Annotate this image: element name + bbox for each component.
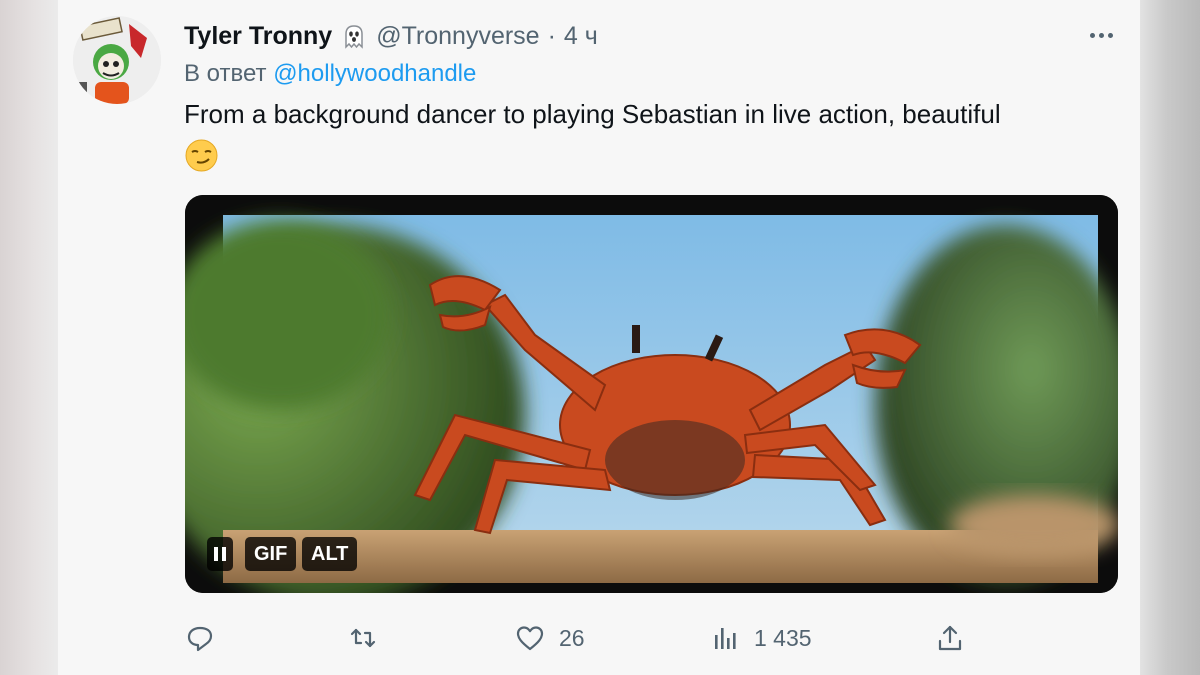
views-button[interactable]: 1 435 — [710, 620, 812, 656]
heart-icon — [516, 626, 544, 651]
pause-icon — [214, 547, 218, 561]
crab-gif-frame — [185, 195, 1118, 593]
pause-button[interactable] — [207, 537, 233, 571]
smirk-emoji-icon — [185, 139, 218, 172]
avatar[interactable] — [73, 16, 161, 104]
reply-context: В ответ @hollywoodhandle — [184, 60, 476, 88]
like-button[interactable]: 26 — [515, 620, 585, 656]
background-right — [1140, 0, 1200, 675]
reply-button[interactable] — [185, 620, 215, 656]
reply-mention-link[interactable]: @hollywoodhandle — [273, 60, 476, 87]
more-dot-icon — [1089, 32, 1095, 38]
pause-icon — [222, 547, 226, 561]
reply-prefix: В ответ — [184, 60, 267, 87]
ghost-icon — [345, 25, 363, 49]
gif-media[interactable]: GIF ALT — [185, 195, 1118, 593]
more-dot-icon — [1098, 32, 1104, 38]
reply-icon — [187, 626, 213, 652]
display-name[interactable]: Tyler Tronny — [184, 22, 332, 51]
share-icon — [938, 625, 962, 651]
separator-dot: · — [547, 21, 556, 50]
retweet-icon — [350, 628, 376, 648]
gif-badge: GIF — [245, 537, 297, 571]
tweet-text: From a background dancer to playing Seba… — [184, 99, 1001, 129]
handle[interactable]: @Tronnyverse — [376, 22, 539, 51]
tweet-card: Tyler Tronny @Tronnyverse · 4 ч В ответ … — [58, 0, 1140, 675]
share-button[interactable] — [935, 620, 965, 656]
alt-text-button[interactable]: ALT — [302, 537, 358, 571]
views-icon — [715, 628, 736, 649]
more-dot-icon — [1107, 32, 1113, 38]
timestamp[interactable]: 4 ч — [564, 22, 598, 51]
more-options-button[interactable] — [1080, 18, 1122, 52]
tweet-header: Tyler Tronny @Tronnyverse · 4 ч — [184, 18, 598, 54]
background-left — [0, 0, 58, 675]
like-count: 26 — [559, 624, 585, 651]
retweet-button[interactable] — [348, 620, 378, 656]
views-count: 1 435 — [754, 624, 812, 651]
